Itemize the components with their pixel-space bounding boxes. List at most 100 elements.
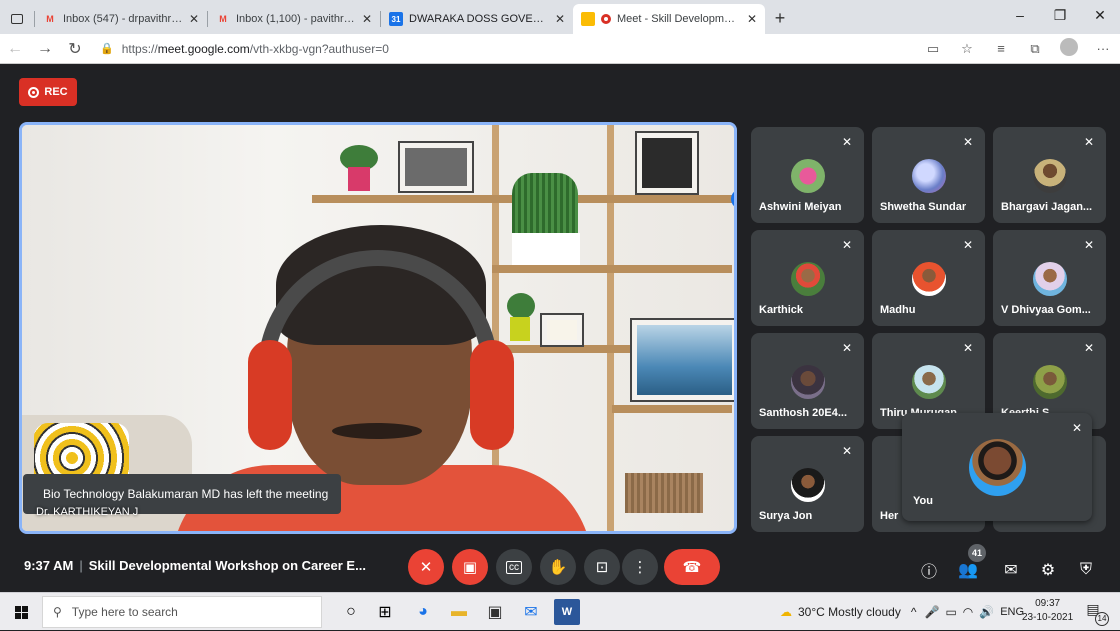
recording-indicator-icon bbox=[601, 14, 611, 24]
avatar bbox=[911, 365, 946, 399]
mic-off-icon: ✕ bbox=[962, 238, 974, 252]
new-tab-button[interactable]: + bbox=[765, 4, 795, 34]
avatar bbox=[911, 159, 946, 193]
mic-off-button[interactable]: ✕ bbox=[408, 549, 444, 585]
meeting-details-icon[interactable]: ⓘ bbox=[916, 557, 942, 583]
mic-off-icon: ✕ bbox=[1083, 341, 1095, 355]
avatar bbox=[790, 262, 825, 296]
participant-tile[interactable]: ✕ Madhu bbox=[872, 230, 985, 326]
back-icon[interactable]: ← bbox=[0, 40, 30, 58]
meeting-time: 9:37 AM bbox=[24, 558, 74, 573]
participant-tile[interactable]: ✕ Karthick bbox=[751, 230, 864, 326]
avatar bbox=[911, 262, 946, 296]
activities-icon[interactable]: ⚙ bbox=[1035, 557, 1061, 583]
task-view-icon[interactable]: ⊞ bbox=[372, 599, 398, 625]
favorite-star-icon[interactable]: ☆ bbox=[950, 41, 984, 57]
camera-off-button[interactable]: ▣ bbox=[452, 549, 488, 585]
start-button[interactable] bbox=[8, 599, 34, 625]
minimize-button[interactable]: – bbox=[1000, 0, 1040, 30]
collections-icon[interactable]: ⧉ bbox=[1018, 41, 1052, 57]
close-window-button[interactable]: ✕ bbox=[1080, 0, 1120, 30]
present-button[interactable]: ⊡ bbox=[584, 549, 620, 585]
more-options-icon[interactable]: ··· bbox=[1086, 41, 1120, 56]
participant-tile[interactable]: ✕ Shwetha Sundar bbox=[872, 127, 985, 223]
avatar bbox=[1032, 365, 1067, 399]
notification-center-icon[interactable]: ▤ 14 bbox=[1082, 601, 1109, 626]
mic-off-icon: ✕ bbox=[841, 238, 853, 252]
close-tab-icon[interactable]: ✕ bbox=[362, 12, 372, 26]
profile-avatar[interactable] bbox=[1052, 38, 1086, 59]
leave-call-button[interactable]: ☎ bbox=[664, 549, 720, 585]
mic-off-icon: ✕ bbox=[962, 135, 974, 149]
store-icon[interactable]: ▣ bbox=[482, 599, 508, 625]
address-toolbar: ← → ↻ 🔒 https://meet.google.com/vth-xkbg… bbox=[0, 34, 1120, 64]
search-icon: ⚲ bbox=[53, 605, 62, 619]
host-controls-icon[interactable]: ⛨ bbox=[1073, 557, 1099, 583]
camera-in-use-icon[interactable]: ▭ bbox=[916, 41, 950, 57]
windows-taskbar: ⚲ Type here to search ○ ⊞ ◕ ▬ ▣ ✉ W ☁ 30… bbox=[0, 592, 1120, 630]
forward-icon[interactable]: → bbox=[30, 40, 60, 58]
show-hidden-icons[interactable]: ^ bbox=[911, 605, 917, 619]
mic-off-icon: ✕ bbox=[1071, 421, 1082, 435]
participant-tile[interactable]: ✕ Surya Jon bbox=[751, 436, 864, 532]
meeting-info: 9:37 AM | Skill Developmental Workshop on … bbox=[24, 558, 366, 573]
favorites-list-icon[interactable]: ≡ bbox=[984, 41, 1018, 56]
close-tab-icon[interactable]: ✕ bbox=[189, 12, 199, 26]
participant-tile[interactable]: ✕ Ashwini Meiyan bbox=[751, 127, 864, 223]
tab-inbox-2[interactable]: M Inbox (1,100) - pavithram@dgva ✕ bbox=[208, 4, 380, 34]
taskbar-clock[interactable]: 09:37 23-10-2021 bbox=[1022, 597, 1073, 625]
lock-icon: 🔒 bbox=[100, 43, 114, 55]
record-icon bbox=[28, 86, 40, 98]
mic-off-icon: ✕ bbox=[962, 341, 974, 355]
weather-icon: ☁ bbox=[780, 605, 792, 619]
mic-off-icon: ✕ bbox=[419, 559, 433, 576]
restore-button[interactable]: ❐ bbox=[1040, 0, 1080, 30]
avatar bbox=[790, 468, 825, 502]
url-field[interactable]: 🔒 https://meet.google.com/vth-xkbg-vgn?a… bbox=[100, 42, 916, 56]
tab-meet[interactable]: Meet - Skill Developmental ✕ bbox=[573, 4, 765, 34]
cortana-icon[interactable]: ○ bbox=[338, 599, 364, 625]
microphone-icon[interactable]: 🎤 bbox=[924, 605, 939, 619]
tab-inbox-1[interactable]: M Inbox (547) - drpavithram.dgvc@ ✕ bbox=[35, 4, 207, 34]
more-vert-icon: ⋮ bbox=[632, 559, 648, 576]
self-view-tile[interactable]: ✕ You bbox=[902, 413, 1092, 521]
gmail-icon: M bbox=[219, 14, 227, 24]
reload-icon[interactable]: ↻ bbox=[60, 39, 90, 59]
more-options-button[interactable]: ⋮ bbox=[622, 549, 658, 585]
chat-icon[interactable]: ✉ bbox=[998, 557, 1024, 583]
camera-off-icon: ▣ bbox=[462, 559, 478, 576]
gmail-icon: M bbox=[46, 14, 54, 24]
mic-off-icon: ✕ bbox=[1083, 238, 1095, 252]
hang-up-icon: ☎ bbox=[682, 559, 702, 576]
main-speaker-video[interactable] bbox=[19, 122, 737, 534]
participant-tile[interactable]: ✕ Santhosh 20E4... bbox=[751, 333, 864, 429]
volume-icon[interactable]: 🔊 bbox=[979, 605, 994, 619]
avatar bbox=[790, 159, 825, 193]
calendar-icon: 31 bbox=[389, 12, 403, 26]
weather-text[interactable]: 30°C Mostly cloudy bbox=[798, 605, 901, 619]
self-avatar bbox=[969, 439, 1026, 496]
captions-button[interactable]: cc bbox=[496, 549, 532, 585]
close-tab-icon[interactable]: ✕ bbox=[555, 12, 565, 26]
meet-window: REC Bio Technology Balakumaran MD has le… bbox=[0, 64, 1120, 592]
word-icon[interactable]: W bbox=[554, 599, 580, 625]
mail-icon[interactable]: ✉ bbox=[518, 599, 544, 625]
raise-hand-button[interactable]: ✋ bbox=[540, 549, 576, 585]
mic-off-icon: ✕ bbox=[1083, 135, 1095, 149]
mic-off-icon: ✕ bbox=[841, 444, 853, 458]
edge-browser-icon[interactable]: ◕ bbox=[410, 599, 436, 625]
taskbar-search-input[interactable]: ⚲ Type here to search bbox=[42, 596, 322, 628]
wifi-icon[interactable]: ◠ bbox=[963, 605, 973, 619]
people-count-badge: 41 bbox=[968, 544, 986, 562]
participant-tile[interactable]: ✕ Bhargavi Jagan... bbox=[993, 127, 1106, 223]
close-tab-icon[interactable]: ✕ bbox=[747, 12, 757, 26]
avatar bbox=[790, 365, 825, 399]
participant-tile[interactable]: ✕ V Dhivyaa Gom... bbox=[993, 230, 1106, 326]
tab-calendar[interactable]: 31 DWARAKA DOSS GOVERDHAN D ✕ bbox=[381, 4, 573, 34]
tab-actions-icon[interactable] bbox=[0, 4, 34, 34]
battery-icon[interactable]: ▭ bbox=[945, 605, 956, 619]
file-explorer-icon[interactable]: ▬ bbox=[446, 599, 472, 625]
avatar bbox=[1032, 262, 1067, 296]
main-speaker-name: Dr. KARTHIKEYAN J bbox=[36, 506, 139, 518]
language-indicator[interactable]: ENG bbox=[1000, 606, 1024, 618]
